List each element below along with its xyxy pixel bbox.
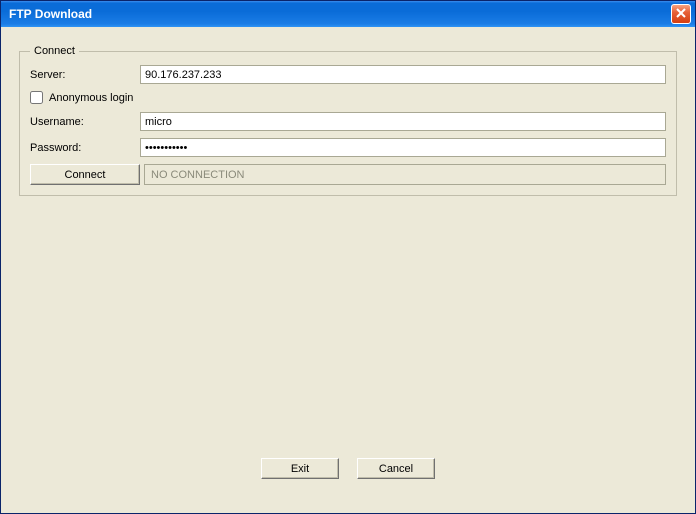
status-text: NO CONNECTION xyxy=(144,164,666,185)
window-title: FTP Download xyxy=(9,7,671,21)
password-input[interactable] xyxy=(140,138,666,157)
server-input[interactable] xyxy=(140,65,666,84)
anonymous-row: Anonymous login xyxy=(30,91,666,104)
connect-legend: Connect xyxy=(30,45,79,57)
client-area: Connect Server: Anonymous login Username… xyxy=(1,27,695,513)
connect-action-row: Connect NO CONNECTION xyxy=(30,164,666,185)
server-label: Server: xyxy=(30,69,140,81)
anonymous-checkbox[interactable] xyxy=(30,91,43,104)
spacer xyxy=(19,196,677,448)
password-label: Password: xyxy=(30,142,140,154)
server-row: Server: xyxy=(30,65,666,84)
exit-button[interactable]: Exit xyxy=(261,458,339,479)
close-button[interactable] xyxy=(671,4,691,24)
ftp-download-window: FTP Download Connect Server: Anonymous l… xyxy=(0,0,696,514)
connect-group: Connect Server: Anonymous login Username… xyxy=(19,45,677,196)
bottom-buttons: Exit Cancel xyxy=(19,448,677,503)
cancel-button[interactable]: Cancel xyxy=(357,458,435,479)
close-icon xyxy=(676,7,686,21)
username-row: Username: xyxy=(30,112,666,131)
anonymous-label: Anonymous login xyxy=(49,92,133,104)
username-label: Username: xyxy=(30,116,140,128)
connect-button[interactable]: Connect xyxy=(30,164,140,185)
username-input[interactable] xyxy=(140,112,666,131)
titlebar: FTP Download xyxy=(1,1,695,27)
password-row: Password: xyxy=(30,138,666,157)
